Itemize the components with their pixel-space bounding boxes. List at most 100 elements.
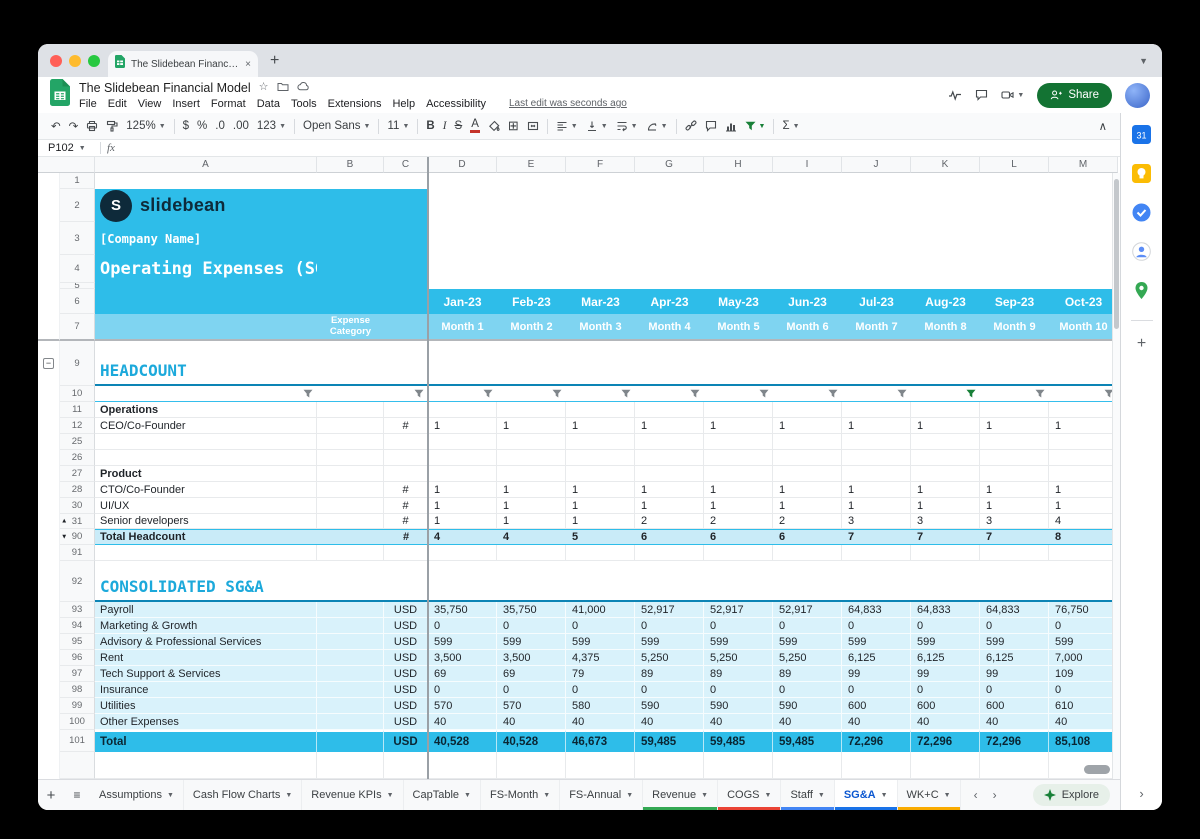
menu-extensions[interactable]: Extensions (328, 98, 382, 110)
cell-K99[interactable]: 600 (911, 698, 980, 714)
cell-J2[interactable] (842, 189, 911, 222)
cell-G97[interactable]: 89 (635, 666, 704, 682)
tasks-icon[interactable] (1132, 203, 1151, 227)
cell-F98[interactable]: 0 (566, 682, 635, 698)
column-header-F[interactable]: F (566, 157, 635, 173)
cell-A31[interactable]: Senior developers (95, 514, 317, 529)
sheet-tab-fs-month[interactable]: FS-Month▼ (481, 780, 560, 810)
cell-M28[interactable]: 1 (1049, 482, 1118, 498)
cell-D1[interactable] (428, 173, 497, 189)
cell-C31[interactable]: # (384, 514, 428, 529)
cell-J4[interactable] (842, 255, 911, 283)
sheet-tab-menu-icon[interactable]: ▼ (701, 792, 708, 799)
fill-color-icon[interactable] (484, 116, 504, 136)
cell-A[interactable] (95, 752, 317, 779)
cell-D25[interactable] (428, 434, 497, 450)
cell-F11[interactable] (566, 402, 635, 418)
cell-H7[interactable]: Month 5 (704, 314, 773, 341)
cell-E30[interactable]: 1 (497, 498, 566, 514)
cell-H12[interactable]: 1 (704, 418, 773, 434)
cell-E11[interactable] (497, 402, 566, 418)
cell-L96[interactable]: 6,125 (980, 650, 1049, 666)
insert-comment-icon[interactable] (701, 116, 721, 136)
maps-icon[interactable] (1132, 281, 1151, 305)
format-percent-button[interactable]: % (193, 116, 211, 136)
cell-H1[interactable] (704, 173, 773, 189)
cell-E100[interactable]: 40 (497, 714, 566, 730)
cell-C28[interactable]: # (384, 482, 428, 498)
cell-E99[interactable]: 570 (497, 698, 566, 714)
cell-I95[interactable]: 599 (773, 634, 842, 650)
cell-K[interactable] (911, 752, 980, 779)
select-all-corner[interactable] (38, 157, 95, 173)
cell-F27[interactable] (566, 466, 635, 482)
cell-C6[interactable] (384, 289, 428, 314)
cell-K95[interactable]: 599 (911, 634, 980, 650)
cell-A28[interactable]: CTO/Co-Founder (95, 482, 317, 498)
cell-B25[interactable] (317, 434, 384, 450)
cell-K90[interactable]: 7 (911, 529, 980, 545)
cell-K3[interactable] (911, 222, 980, 255)
cell-E25[interactable] (497, 434, 566, 450)
sheet-tab-menu-icon[interactable]: ▼ (167, 792, 174, 799)
cell-K27[interactable] (911, 466, 980, 482)
cell-D7[interactable]: Month 1 (428, 314, 497, 341)
cell-A90[interactable]: Total Headcount (95, 529, 317, 545)
row-header-1[interactable]: 1 (60, 173, 95, 189)
cell-G11[interactable] (635, 402, 704, 418)
cell-E93[interactable]: 35,750 (497, 602, 566, 618)
cell-C3[interactable] (384, 222, 428, 255)
cell-M98[interactable]: 0 (1049, 682, 1118, 698)
filter-button-L10[interactable] (980, 386, 1049, 402)
cell-J96[interactable]: 6,125 (842, 650, 911, 666)
cell-I11[interactable] (773, 402, 842, 418)
cell-J101[interactable]: 72,296 (842, 730, 911, 752)
cell-H11[interactable] (704, 402, 773, 418)
cell-B98[interactable] (317, 682, 384, 698)
cell-M30[interactable]: 1 (1049, 498, 1118, 514)
cell-M2[interactable] (1049, 189, 1118, 222)
sheet-tab-cash-flow-charts[interactable]: Cash Flow Charts▼ (184, 780, 302, 810)
cell-C2[interactable] (384, 189, 428, 222)
cell-C30[interactable]: # (384, 498, 428, 514)
menu-format[interactable]: Format (211, 98, 246, 110)
row-header-31[interactable]: 31▲ (60, 514, 95, 529)
cell-K12[interactable]: 1 (911, 418, 980, 434)
row-header-90[interactable]: 90▼ (60, 529, 95, 545)
cell-I96[interactable]: 5,250 (773, 650, 842, 666)
functions-button[interactable]: Σ▼ (778, 116, 803, 136)
cell-A97[interactable]: Tech Support & Services (95, 666, 317, 682)
cell-I99[interactable]: 590 (773, 698, 842, 714)
cell-J91[interactable] (842, 545, 911, 561)
cell-F31[interactable]: 1 (566, 514, 635, 529)
cell-M3[interactable] (1049, 222, 1118, 255)
cell-D94[interactable]: 0 (428, 618, 497, 634)
row-header-97[interactable]: 97 (60, 666, 95, 682)
cell-D4[interactable] (428, 255, 497, 283)
cell-G98[interactable]: 0 (635, 682, 704, 698)
collapse-side-panel-icon[interactable]: › (1139, 786, 1143, 801)
cell-J99[interactable]: 600 (842, 698, 911, 714)
cell-B95[interactable] (317, 634, 384, 650)
sheet-tab-cogs[interactable]: COGS▼ (718, 780, 781, 810)
cell-B100[interactable] (317, 714, 384, 730)
format-currency-button[interactable]: $ (179, 116, 193, 136)
font-size-select[interactable]: 11▼ (383, 116, 413, 136)
cell-J27[interactable] (842, 466, 911, 482)
cell-H3[interactable] (704, 222, 773, 255)
sheet-tab-assumptions[interactable]: Assumptions▼ (90, 780, 184, 810)
cell-G31[interactable]: 2 (635, 514, 704, 529)
row-header-27[interactable]: 27 (60, 466, 95, 482)
cell-G100[interactable]: 40 (635, 714, 704, 730)
cell-G90[interactable]: 6 (635, 529, 704, 545)
cell-K7[interactable]: Month 8 (911, 314, 980, 341)
cell-E101[interactable]: 40,528 (497, 730, 566, 752)
cell-I30[interactable]: 1 (773, 498, 842, 514)
sheet-tab-sg-a[interactable]: SG&A▼ (835, 780, 898, 810)
cell-F90[interactable]: 5 (566, 529, 635, 545)
row-header-7[interactable]: 7 (60, 314, 95, 341)
cell-H100[interactable]: 40 (704, 714, 773, 730)
cell-H2[interactable] (704, 189, 773, 222)
cell-H27[interactable] (704, 466, 773, 482)
cell-E26[interactable] (497, 450, 566, 466)
